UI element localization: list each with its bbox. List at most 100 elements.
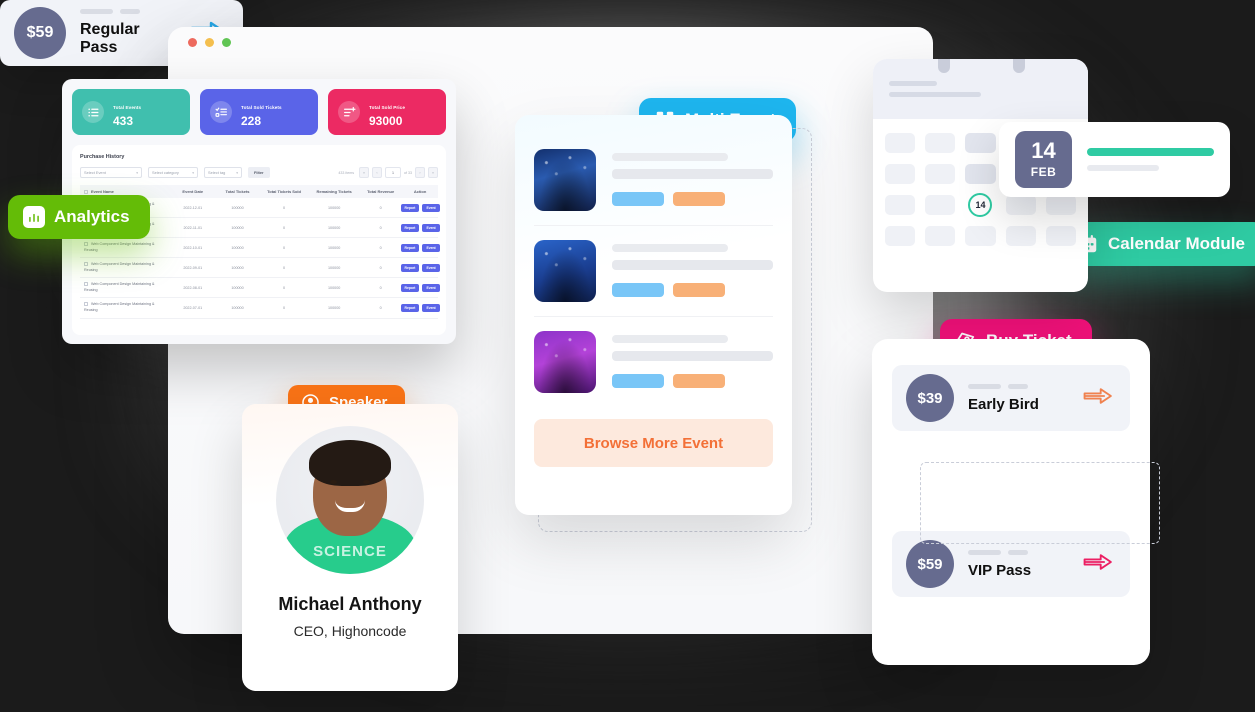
cell-total-tickets-sold: 0: [258, 198, 310, 219]
action-button[interactable]: Report: [400, 243, 420, 252]
stat-card-total-sold-price[interactable]: Total Sold Price 93000: [328, 89, 446, 135]
select-all-checkbox[interactable]: [84, 189, 88, 194]
regular-pass-dashed-outline: [920, 462, 1160, 544]
stat-card-total-sold-tickets[interactable]: Total Sold Tickets 228: [200, 89, 318, 135]
action-button[interactable]: Event: [422, 304, 440, 313]
event-thumbnail-concert-crowd: [534, 149, 596, 211]
column-header-event-date[interactable]: Event Date: [169, 185, 217, 198]
calendar-day-selected[interactable]: 14: [965, 193, 995, 217]
ticket-name: Early Bird: [968, 395, 1039, 413]
ticket-row-early-bird[interactable]: $39 Early Bird: [892, 365, 1130, 431]
list-icon: [82, 101, 104, 123]
calendar-day-cell[interactable]: [925, 226, 956, 246]
event-secondary-button[interactable]: [673, 192, 725, 206]
action-button[interactable]: Event: [422, 243, 440, 252]
calendar-day-cell[interactable]: [925, 133, 956, 153]
action-button[interactable]: Report: [400, 304, 420, 313]
date-card-lines: [1087, 148, 1214, 171]
event-secondary-button[interactable]: [673, 374, 725, 388]
cell-total-tickets-sold: 0: [258, 277, 310, 299]
column-header-total-tickets[interactable]: Total Tickets: [216, 185, 259, 198]
cell-action: Report Event: [400, 237, 440, 259]
row-checkbox[interactable]: [84, 262, 88, 267]
pagination-page-input[interactable]: 1: [385, 167, 401, 178]
calendar-ring-left: [938, 59, 950, 73]
browse-more-event-button[interactable]: Browse More Event: [534, 419, 773, 467]
calendar-day-cell[interactable]: [1045, 226, 1076, 246]
calendar-day-cell[interactable]: [1005, 195, 1036, 215]
select-category-dropdown[interactable]: Select category ▾: [148, 167, 198, 178]
minimize-dot-icon[interactable]: [205, 37, 214, 47]
calendar-day-cell[interactable]: [965, 164, 996, 184]
item-count: 433 items: [338, 170, 354, 175]
select-tag-dropdown[interactable]: Select tag ▾: [204, 167, 242, 178]
select-event-dropdown[interactable]: Select Event ▾: [80, 167, 142, 178]
action-button[interactable]: Event: [422, 203, 440, 212]
column-header-total-revenue[interactable]: Total Revenue: [359, 185, 403, 198]
stat-card-total-events[interactable]: Total Events 433: [72, 89, 190, 135]
pagination-prev-button[interactable]: ‹: [372, 167, 382, 178]
filter-toolbar: Select Event ▾ Select category ▾ Select …: [80, 167, 438, 178]
pagination-first-button[interactable]: «: [359, 167, 369, 178]
cell-remaining-tickets: 100000: [309, 217, 360, 239]
stat-label: Total Events: [113, 104, 142, 110]
arrow-right-icon[interactable]: [1082, 384, 1116, 413]
maximize-dot-icon[interactable]: [222, 37, 231, 47]
action-button[interactable]: Event: [422, 283, 440, 292]
row-checkbox[interactable]: [84, 242, 88, 247]
calendar-day-cell[interactable]: [1045, 195, 1076, 215]
skeleton-header-line-2: [889, 92, 981, 97]
cell-action: Report Event: [400, 198, 440, 219]
cell-action: Report Event: [400, 217, 440, 239]
badge-analytics[interactable]: Analytics: [8, 195, 150, 239]
event-primary-button[interactable]: [612, 192, 664, 206]
cell-total-tickets: 100000: [216, 257, 259, 279]
calendar-ring-right: [1013, 59, 1025, 73]
pagination-next-button[interactable]: ›: [415, 167, 425, 178]
column-header-remaining-tickets[interactable]: Remaining Tickets: [309, 185, 360, 198]
avatar-hair: [309, 440, 391, 486]
stat-label: Total Sold Tickets: [241, 104, 282, 110]
calendar-day-cell[interactable]: [885, 133, 916, 153]
calendar-day-cell[interactable]: [885, 226, 916, 246]
calendar-day-cell[interactable]: [925, 195, 956, 215]
event-secondary-button[interactable]: [673, 283, 725, 297]
table-row[interactable]: Web Component Design Maintaining & Reusi…: [80, 237, 440, 259]
list-item[interactable]: [534, 135, 773, 225]
row-checkbox[interactable]: [84, 282, 88, 287]
badge-calendar-module[interactable]: Calendar Module: [1062, 222, 1255, 266]
action-button[interactable]: Event: [422, 223, 440, 232]
row-checkbox[interactable]: [84, 302, 88, 307]
table-row[interactable]: Web Component Design Maintaining & Reusi…: [80, 257, 440, 279]
event-primary-button[interactable]: [612, 374, 664, 388]
skeleton-subtitle: [612, 260, 773, 270]
calendar-day-cell[interactable]: [925, 164, 956, 184]
skeleton-title: [612, 335, 728, 343]
action-button[interactable]: Report: [400, 263, 420, 272]
event-primary-button[interactable]: [612, 283, 664, 297]
list-item[interactable]: [534, 316, 773, 407]
list-plus-icon: [338, 101, 360, 123]
column-header-total-tickets-sold[interactable]: Total Tickets Sold: [258, 185, 310, 198]
calendar-day-cell[interactable]: [885, 164, 916, 184]
action-button[interactable]: Event: [422, 263, 440, 272]
pagination-last-button[interactable]: »: [428, 167, 438, 178]
arrow-right-icon[interactable]: [1082, 550, 1116, 579]
filter-button[interactable]: Filter: [248, 167, 270, 178]
table-row[interactable]: Web Component Design Maintaining & Reusi…: [80, 297, 440, 319]
calendar-day-cell[interactable]: [885, 195, 916, 215]
action-button[interactable]: Report: [400, 203, 420, 212]
table-row[interactable]: Web Component Design Maintaining & Reusi…: [80, 277, 440, 299]
stat-label: Total Sold Price: [369, 104, 405, 110]
stat-value: 93000: [369, 113, 403, 128]
list-item[interactable]: [534, 225, 773, 316]
calendar-day-cell[interactable]: [965, 226, 996, 246]
cell-total-tickets-sold: 0: [258, 237, 310, 259]
calendar-day-cell[interactable]: [1005, 226, 1036, 246]
action-button[interactable]: Report: [400, 223, 420, 232]
close-dot-icon[interactable]: [188, 37, 197, 47]
calendar-day-cell[interactable]: [965, 133, 996, 153]
action-button[interactable]: Report: [400, 283, 420, 292]
event-actions: [612, 374, 773, 388]
ticket-price: $59: [906, 540, 954, 588]
